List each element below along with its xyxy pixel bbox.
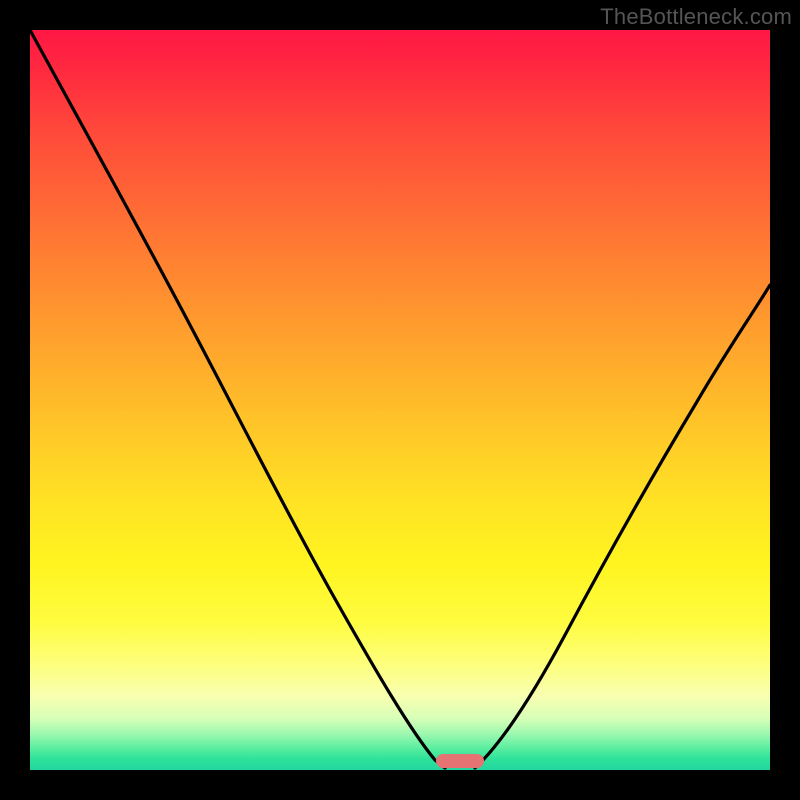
curve-left-branch bbox=[30, 30, 445, 768]
watermark-text: TheBottleneck.com bbox=[600, 4, 792, 30]
chart-container: TheBottleneck.com bbox=[0, 0, 800, 800]
bottleneck-curve bbox=[30, 30, 770, 770]
curve-right-branch bbox=[475, 285, 770, 768]
plot-area bbox=[30, 30, 770, 770]
min-marker bbox=[436, 754, 484, 768]
